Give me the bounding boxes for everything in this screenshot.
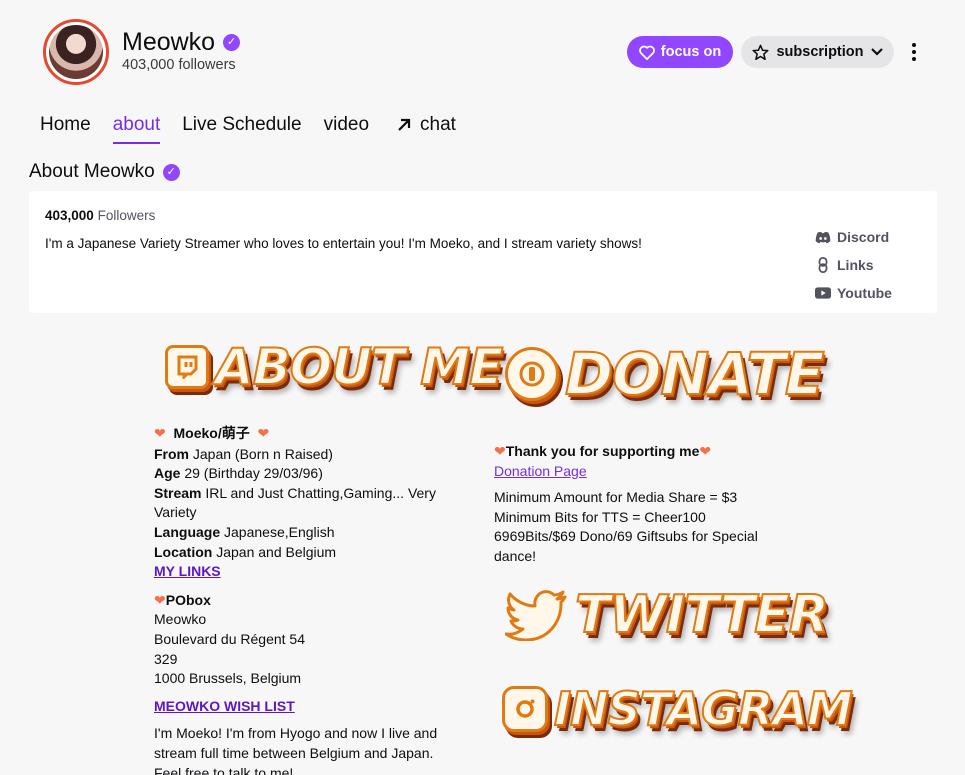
social-link-youtube[interactable]: Youtube	[815, 279, 892, 307]
about-followers-label: Followers	[97, 208, 156, 223]
instagram-icon	[502, 686, 548, 732]
address-line: Boulevard du Régent 54	[154, 630, 305, 647]
channel-avatar[interactable]	[43, 19, 109, 85]
star-icon	[752, 44, 770, 60]
about-me-banner-text: ABOUT ME	[214, 337, 504, 397]
tab-about-label: about	[112, 114, 161, 135]
donate-banner: DONATE	[505, 339, 826, 409]
donate-rule: Minimum Amount for Media Share = $3	[494, 489, 738, 506]
donate-panel: ❤Thank you for supporting me❤ Donation P…	[494, 442, 794, 567]
language-value: Japanese,English	[224, 523, 335, 540]
twitter-banner-text: TWITTER	[574, 584, 830, 646]
about-me-from: From Japan (Born n Raised)	[154, 445, 464, 465]
social-link-youtube-label: Youtube	[837, 285, 892, 301]
more-options-icon[interactable]	[904, 40, 924, 64]
tab-video-label: video	[323, 114, 370, 135]
stream-label: Stream	[154, 484, 202, 501]
tab-video[interactable]: video	[324, 114, 369, 144]
heart-icon: ❤	[257, 425, 270, 441]
tab-live-schedule-label: Live Schedule	[182, 114, 302, 135]
avatar-image	[49, 25, 103, 79]
twitch-icon	[165, 345, 209, 389]
chevron-down-icon	[870, 48, 883, 56]
social-link-links[interactable]: Links	[815, 251, 892, 279]
donate-rule: 6969Bits/$69 Dono/69 Giftsubs for Specia…	[494, 528, 758, 564]
heart-icon: ❤	[154, 591, 166, 608]
about-me-location: Location Japan and Belgium	[154, 543, 464, 563]
about-me-name-text: Moeko/萌子	[173, 425, 250, 441]
my-links-link[interactable]: MY LINKS	[154, 563, 221, 579]
tab-chat[interactable]: chat	[396, 114, 456, 144]
tab-home[interactable]: Home	[40, 114, 91, 144]
about-me-language: Language Japanese,English	[154, 523, 464, 543]
address-line: 329	[154, 650, 178, 667]
about-me-stream: Stream IRL and Just Chatting,Gaming... V…	[154, 484, 464, 523]
coin-icon	[505, 347, 559, 401]
from-value: Japan (Born n Raised)	[192, 445, 333, 462]
channel-name-text: Meowko	[122, 28, 216, 56]
donation-page-link[interactable]: Donation Page	[494, 463, 587, 479]
about-followers: 403,000 Followers	[45, 208, 155, 223]
donate-banner-text: DONATE	[564, 339, 826, 409]
about-description: I'm a Japanese Variety Streamer who love…	[45, 236, 642, 251]
age-label: Age	[154, 465, 181, 482]
subscribe-button[interactable]: subscription	[741, 36, 894, 68]
tab-live-schedule[interactable]: Live Schedule	[182, 114, 301, 144]
social-link-discord[interactable]: Discord	[815, 223, 892, 251]
tab-chat-label: chat	[420, 114, 456, 135]
verified-badge-icon: ✓	[223, 34, 241, 51]
about-me-intro: I'm Moeko! I'm from Hyogo and now I live…	[154, 725, 438, 775]
donate-rule: Minimum Bits for TTS = Cheer100	[494, 508, 706, 525]
heart-icon: ❤	[494, 443, 506, 459]
twitter-bird-icon	[505, 589, 569, 641]
about-title-text: About Meowko	[29, 161, 155, 182]
about-me-banner: ABOUT ME	[165, 337, 504, 397]
discord-icon	[815, 229, 831, 245]
wish-list-link[interactable]: MEOWKO WISH LIST	[154, 698, 295, 714]
instagram-banner-text: INSTAGRAM	[553, 681, 854, 737]
address-line: 1000 Brussels, Belgium	[154, 670, 302, 687]
heart-icon: ❤	[154, 425, 166, 441]
tab-about[interactable]: about	[112, 114, 161, 144]
follow-button[interactable]: focus on	[627, 36, 733, 68]
about-heading: About Meowko ✓	[29, 161, 180, 183]
channel-name: Meowko ✓	[122, 28, 241, 57]
verified-badge-icon: ✓	[162, 163, 180, 181]
subscribe-button-label: subscription	[776, 44, 864, 60]
donate-thanks: ❤Thank you for supporting me❤	[494, 442, 794, 462]
arrow-up-right-icon	[398, 118, 411, 131]
about-followers-count: 403,000	[45, 208, 94, 223]
age-value: 29 (Birthday 29/03/96)	[184, 465, 323, 482]
social-links: Discord Links Youtube	[815, 223, 892, 307]
address-line: Meowko	[154, 611, 207, 628]
twitter-banner[interactable]: TWITTER	[505, 584, 830, 646]
heart-icon	[638, 45, 655, 60]
from-label: From	[154, 445, 189, 462]
donate-thanks-text: Thank you for supporting me	[505, 443, 700, 459]
about-me-panel: ❤ Moeko/萌子 ❤ From Japan (Born n Raised) …	[154, 424, 464, 775]
about-me-name: ❤ Moeko/萌子 ❤	[154, 424, 464, 444]
about-me-age: Age 29 (Birthday 29/03/96)	[154, 464, 464, 484]
social-link-discord-label: Discord	[837, 229, 890, 245]
location-value: Japan and Belgium	[216, 543, 337, 560]
channel-tabs: Home about Live Schedule video chat	[40, 114, 478, 144]
social-link-links-label: Links	[837, 257, 874, 273]
pobox-heading-text: PObox	[165, 591, 211, 608]
location-label: Location	[154, 543, 213, 560]
heart-icon: ❤	[699, 443, 712, 459]
youtube-icon	[815, 285, 831, 301]
tab-home-label: Home	[40, 114, 91, 135]
about-card: 403,000 Followers I'm a Japanese Variety…	[29, 191, 937, 313]
pobox-heading: ❤PObox	[154, 591, 464, 611]
language-label: Language	[154, 523, 221, 540]
follow-button-label: focus on	[660, 44, 722, 60]
follower-count: 403,000 followers	[122, 57, 236, 73]
link-icon	[815, 257, 831, 273]
instagram-banner[interactable]: INSTAGRAM	[502, 681, 854, 737]
